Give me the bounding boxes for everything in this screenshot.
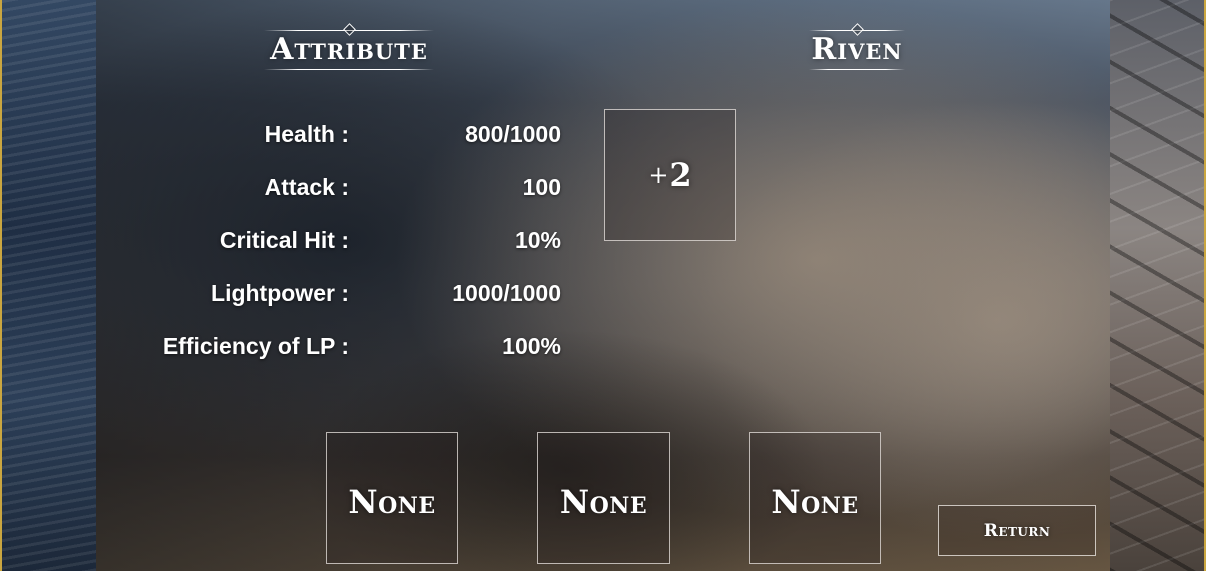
riven-title: Riven	[811, 32, 903, 67]
attribute-title: Attribute	[270, 32, 428, 67]
attribute-heading: Attribute	[258, 23, 440, 70]
stat-value-efficiency-of-lp: 100%	[502, 333, 561, 359]
skill-slot-label: None	[348, 483, 436, 521]
menu-content: Attribute Riven Health : 800/1000 Attack…	[0, 0, 1206, 571]
skill-slot-label: None	[771, 483, 859, 521]
riven-slot-value: 2	[669, 156, 692, 194]
stat-value-critical-hit: 10%	[514, 227, 561, 253]
stat-label-critical-hit: Critical Hit :	[219, 227, 349, 253]
skill-slot-label: None	[559, 483, 648, 521]
heading-rule-bottom	[264, 69, 434, 70]
heading-rule-bottom	[809, 69, 905, 70]
stat-value-attack: 100	[522, 174, 561, 200]
stat-value-lightpower: 1000/1000	[452, 280, 561, 306]
skill-slot-3[interactable]: None	[749, 432, 881, 564]
riven-slot-plus: +	[648, 161, 669, 189]
stat-label-efficiency-of-lp: Efficiency of LP :	[162, 333, 349, 359]
riven-slot[interactable]: +2	[604, 109, 736, 241]
stat-label-lightpower: Lightpower :	[211, 280, 349, 306]
return-button-label: Return	[983, 520, 1051, 541]
skill-slot-1[interactable]: None	[326, 432, 458, 564]
stat-label-attack: Attack :	[264, 174, 349, 200]
stat-label-health: Health :	[264, 121, 349, 147]
return-button[interactable]: Return	[938, 505, 1096, 556]
riven-heading: Riven	[804, 23, 910, 70]
skill-slot-2[interactable]: None	[537, 432, 670, 564]
stat-value-health: 800/1000	[465, 121, 561, 147]
